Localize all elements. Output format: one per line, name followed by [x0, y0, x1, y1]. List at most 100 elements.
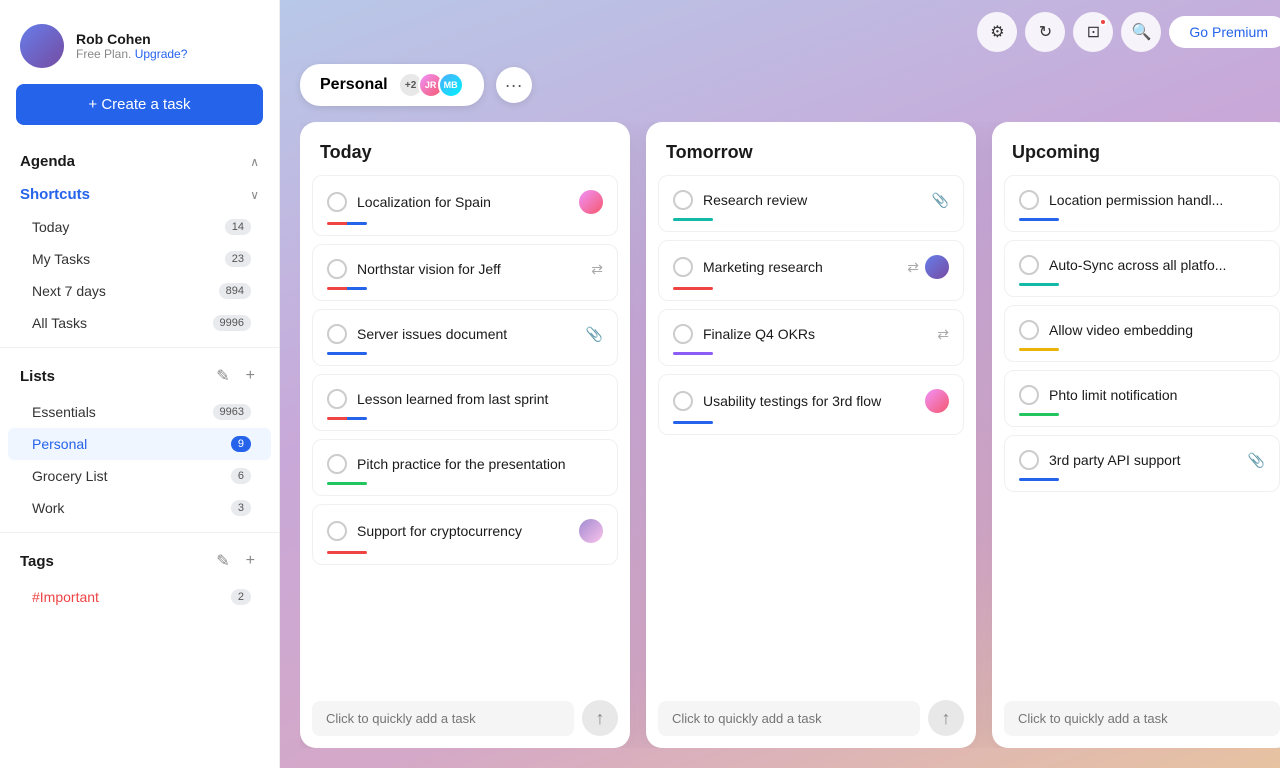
task-avatar: [925, 255, 949, 279]
sidebar-item-grocery-list[interactable]: Grocery List 6: [8, 460, 271, 492]
upgrade-link[interactable]: Upgrade?: [135, 47, 188, 61]
tags-edit-button[interactable]: ✎: [212, 549, 233, 573]
task-circle[interactable]: [327, 521, 347, 541]
today-badge: 14: [225, 219, 251, 235]
go-premium-button[interactable]: Go Premium: [1169, 16, 1280, 48]
task-title: Finalize Q4 OKRs: [703, 325, 815, 343]
lists-section-header[interactable]: Lists ✎ +: [0, 356, 279, 396]
column-today: Today Localization for Spain: [300, 122, 630, 748]
task-card[interactable]: Northstar vision for Jeff ⇄: [312, 244, 618, 301]
task-circle[interactable]: [327, 454, 347, 474]
task-card[interactable]: Location permission handl...: [1004, 175, 1280, 232]
sidebar-item-important-tag[interactable]: #Important 2: [8, 581, 271, 613]
quick-add-button-tomorrow[interactable]: ↑: [928, 700, 964, 736]
user-info: Rob Cohen Free Plan. Upgrade?: [76, 31, 187, 61]
attach-icon: 📎: [932, 192, 949, 209]
refresh-button[interactable]: ↻: [1025, 12, 1065, 52]
task-priority-bar: [1019, 283, 1059, 286]
next-7-days-label: Next 7 days: [32, 283, 106, 299]
search-button[interactable]: 🔍: [1121, 12, 1161, 52]
essentials-label: Essentials: [32, 404, 96, 420]
task-circle[interactable]: [327, 389, 347, 409]
task-title: Pitch practice for the presentation: [357, 455, 566, 473]
quick-add-input-upcoming[interactable]: [1004, 701, 1280, 736]
task-card[interactable]: Lesson learned from last sprint: [312, 374, 618, 431]
task-card[interactable]: Marketing research ⇄: [658, 240, 964, 301]
task-card[interactable]: Auto-Sync across all platfo...: [1004, 240, 1280, 297]
task-circle[interactable]: [327, 259, 347, 279]
agenda-section-header[interactable]: Agenda ∧: [0, 145, 279, 178]
task-circle[interactable]: [327, 192, 347, 212]
task-priority-bar: [327, 222, 367, 225]
task-circle[interactable]: [327, 324, 347, 344]
task-avatar: [579, 190, 603, 214]
sidebar-item-today[interactable]: Today 14: [8, 211, 271, 243]
task-title: Support for cryptocurrency: [357, 522, 522, 540]
column-upcoming-header: Upcoming: [992, 122, 1280, 175]
column-tomorrow: Tomorrow Research review 📎: [646, 122, 976, 748]
notification-button[interactable]: ⊡: [1073, 12, 1113, 52]
task-card[interactable]: Server issues document 📎: [312, 309, 618, 366]
task-circle[interactable]: [1019, 450, 1039, 470]
task-circle[interactable]: [1019, 320, 1039, 340]
task-title: Marketing research: [703, 258, 823, 276]
task-card[interactable]: Support for cryptocurrency: [312, 504, 618, 565]
user-plan: Free Plan. Upgrade?: [76, 47, 187, 61]
column-today-body: Localization for Spain Norths: [300, 175, 630, 688]
attach-icon: 📎: [1248, 452, 1265, 469]
notification-icon: ⊡: [1087, 22, 1100, 42]
task-priority-bar: [673, 421, 713, 424]
essentials-badge: 9963: [213, 404, 251, 420]
task-card[interactable]: Localization for Spain: [312, 175, 618, 236]
task-title: Location permission handl...: [1049, 191, 1223, 209]
task-circle[interactable]: [1019, 190, 1039, 210]
quick-add-input-tomorrow[interactable]: [658, 701, 920, 736]
user-name: Rob Cohen: [76, 31, 187, 47]
task-circle[interactable]: [1019, 385, 1039, 405]
sidebar-item-essentials[interactable]: Essentials 9963: [8, 396, 271, 428]
task-circle[interactable]: [673, 190, 693, 210]
sidebar-item-next-7-days[interactable]: Next 7 days 894: [8, 275, 271, 307]
task-circle[interactable]: [1019, 255, 1039, 275]
work-label: Work: [32, 500, 64, 516]
task-card[interactable]: Finalize Q4 OKRs ⇄: [658, 309, 964, 366]
member-avatars: +2 JR MB: [398, 72, 464, 98]
board-more-button[interactable]: ···: [496, 67, 532, 103]
task-title: Lesson learned from last sprint: [357, 390, 548, 408]
settings-button[interactable]: ⚙: [977, 12, 1017, 52]
divider-2: [0, 532, 279, 533]
task-title: 3rd party API support: [1049, 451, 1181, 469]
task-circle[interactable]: [673, 257, 693, 277]
task-circle[interactable]: [673, 391, 693, 411]
task-title: Allow video embedding: [1049, 321, 1193, 339]
shortcuts-section-header[interactable]: Shortcuts ∨: [0, 178, 279, 211]
tags-add-button[interactable]: +: [242, 549, 259, 573]
lists-edit-button[interactable]: ✎: [212, 364, 233, 388]
sidebar-item-personal[interactable]: Personal 9: [8, 428, 271, 460]
sidebar-item-all-tasks[interactable]: All Tasks 9996: [8, 307, 271, 339]
task-priority-bar: [1019, 218, 1059, 221]
quick-add-input-today[interactable]: [312, 701, 574, 736]
task-circle[interactable]: [673, 324, 693, 344]
lists-label: Lists: [20, 368, 55, 385]
personal-label: Personal: [32, 436, 87, 452]
task-card[interactable]: Allow video embedding: [1004, 305, 1280, 362]
personal-tab[interactable]: Personal +2 JR MB: [300, 64, 484, 106]
grocery-list-badge: 6: [231, 468, 251, 484]
agenda-chevron-icon: ∧: [250, 155, 259, 169]
task-card[interactable]: Pitch practice for the presentation: [312, 439, 618, 496]
tags-section-header[interactable]: Tags ✎ +: [0, 541, 279, 581]
column-tomorrow-body: Research review 📎 Marketing r: [646, 175, 976, 688]
task-card[interactable]: Phto limit notification: [1004, 370, 1280, 427]
lists-add-button[interactable]: +: [242, 364, 259, 388]
tags-label: Tags: [20, 553, 54, 570]
create-task-button[interactable]: + Create a task: [16, 84, 263, 125]
task-card[interactable]: 3rd party API support 📎: [1004, 435, 1280, 492]
quick-add-button-today[interactable]: ↑: [582, 700, 618, 736]
sidebar-item-work[interactable]: Work 3: [8, 492, 271, 524]
task-priority-bar: [327, 287, 367, 290]
member-avatar-2: MB: [438, 72, 464, 98]
sidebar-item-my-tasks[interactable]: My Tasks 23: [8, 243, 271, 275]
task-card[interactable]: Usability testings for 3rd flow: [658, 374, 964, 435]
task-card[interactable]: Research review 📎: [658, 175, 964, 232]
